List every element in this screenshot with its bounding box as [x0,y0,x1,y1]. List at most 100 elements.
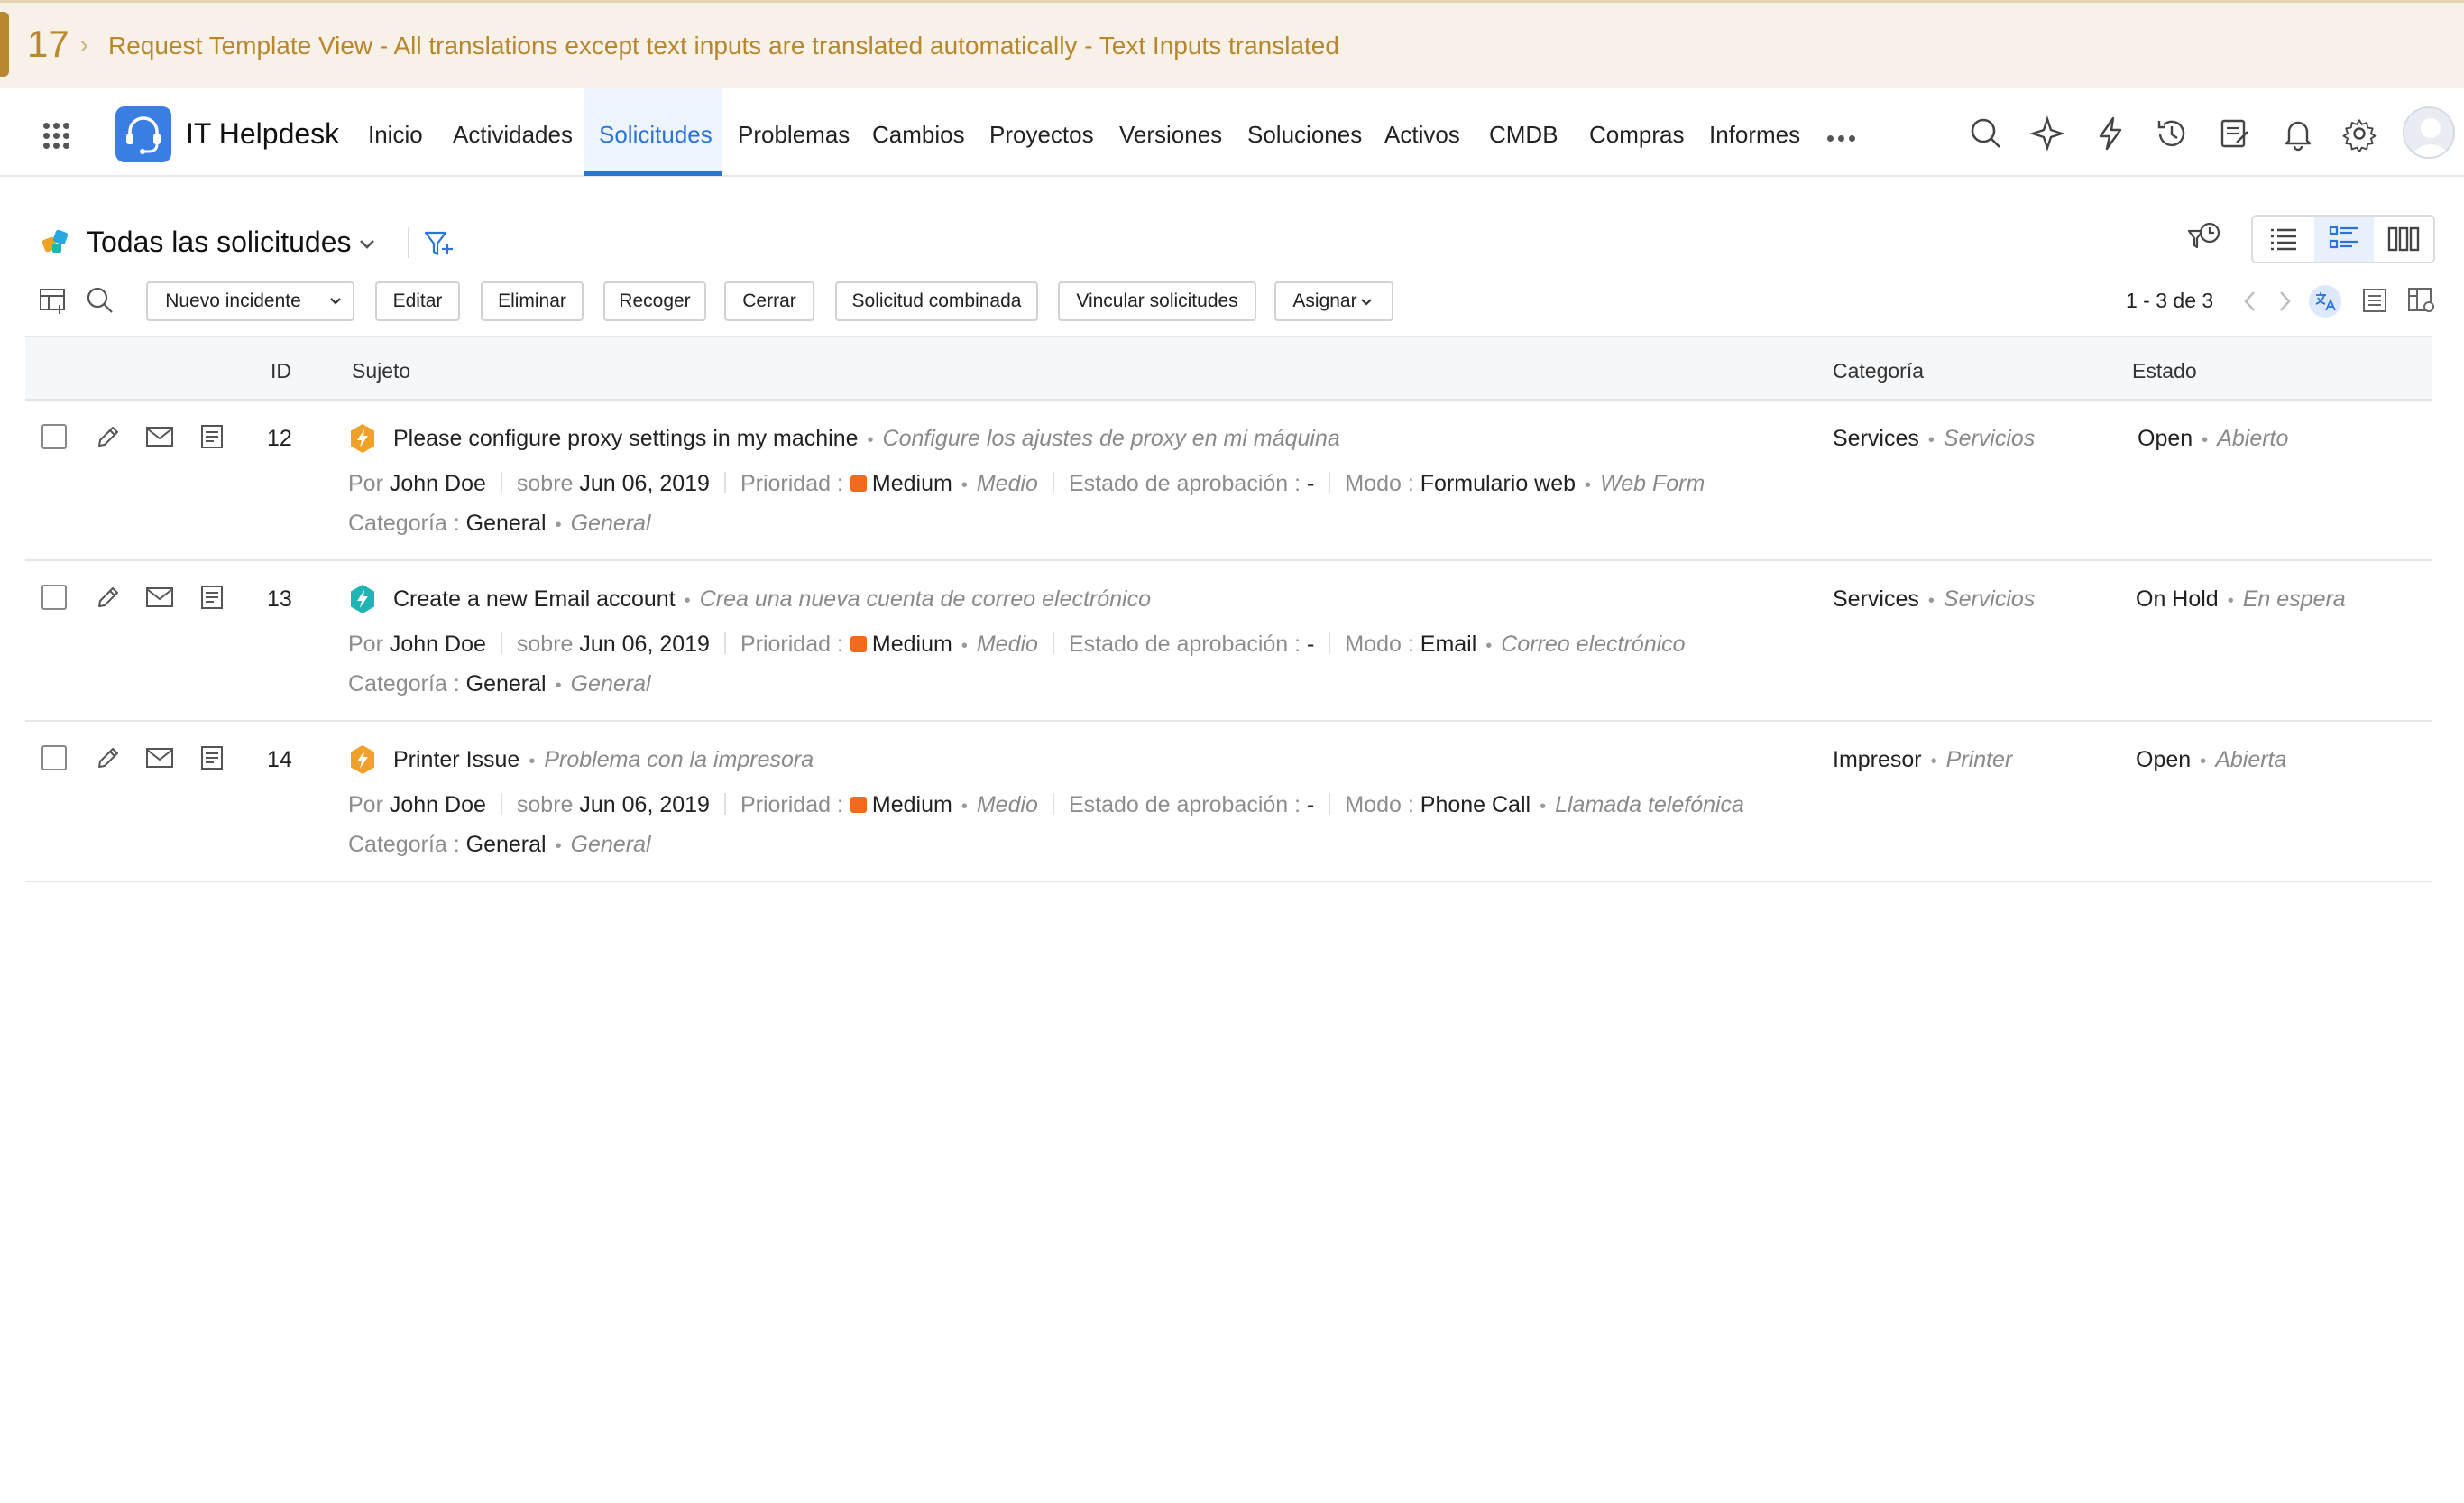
search-icon[interactable] [1968,115,2004,152]
delete-button[interactable]: Eliminar [481,281,584,321]
tab-versiones[interactable]: Versiones [1119,121,1222,149]
by-label: Por [348,471,383,496]
tab-proyectos[interactable]: Proyectos [989,121,1094,149]
mail-icon[interactable] [144,422,175,451]
tab-problemas[interactable]: Problemas [738,121,850,149]
request-subject-line[interactable]: Printer Issue • Problema con la impresora [393,747,814,773]
tab-compras[interactable]: Compras [1589,121,1684,149]
new-incident-button[interactable]: Nuevo incidente [146,281,320,321]
separator-dot: • [1930,752,1937,771]
on-label: sobre [516,632,574,657]
request-subject[interactable]: Printer Issue [393,747,519,772]
mode-value: Phone Call [1420,792,1531,817]
request-id[interactable]: 14 [267,747,292,773]
notes-icon[interactable] [197,743,227,772]
request-id[interactable]: 13 [267,586,292,613]
priority-translation: Medio [976,471,1038,496]
approval-value: - [1307,471,1315,496]
lightning-icon[interactable] [2092,115,2128,152]
tab-inicio[interactable]: Inicio [368,121,423,149]
request-subject[interactable]: Please configure proxy settings in my ma… [393,426,859,451]
requester-name[interactable]: John Doe [390,632,486,657]
bell-icon[interactable] [2280,115,2316,152]
notes-icon[interactable] [197,583,227,612]
gear-icon[interactable] [2341,115,2377,153]
user-avatar[interactable] [2403,106,2455,159]
notes-icon[interactable] [2359,285,2390,316]
notes-icon[interactable] [2217,115,2253,152]
category-cell: Services • Servicios [1833,426,2035,452]
search-icon[interactable] [85,285,115,316]
add-filter-icon[interactable] [424,229,455,258]
assign-label: Asignar [1292,290,1357,311]
mail-icon[interactable] [144,583,175,612]
priority-label: Prioridad : [740,471,843,496]
edit-pencil-icon[interactable] [92,422,123,451]
pickup-button[interactable]: Recoger [603,281,706,321]
new-incident-dropdown[interactable] [318,281,354,321]
tab-solicitudes[interactable]: Solicitudes [599,121,713,149]
on-label: sobre [516,792,574,817]
row-checkbox[interactable] [41,585,67,610]
tab-informes[interactable]: Informes [1709,121,1800,149]
divider [723,632,726,654]
separator-dot: • [961,797,968,816]
category-line-value: General [465,832,547,857]
column-header-category[interactable]: Categoría [1833,359,1924,383]
previous-page-icon[interactable] [2239,287,2262,316]
column-view-icon[interactable] [2374,217,2433,262]
assign-button[interactable]: Asignar [1274,281,1393,321]
on-label: sobre [516,471,574,496]
edit-button[interactable]: Editar [375,281,460,321]
app-grid-icon[interactable] [43,123,70,150]
divider [500,472,502,493]
separator-dot: • [867,430,874,450]
chevron-down-icon[interactable] [355,233,379,256]
requester-name[interactable]: John Doe [390,471,486,496]
request-subject[interactable]: Create a new Email account [393,586,676,612]
request-id[interactable]: 12 [267,426,292,452]
request-subject-line[interactable]: Create a new Email account • Crea una nuev… [393,586,1151,613]
request-subject-line[interactable]: Please configure proxy settings in my ma… [393,426,1340,452]
next-page-icon[interactable] [2273,287,2296,316]
history-icon[interactable] [2154,115,2190,152]
template-view-icon[interactable] [2314,217,2374,262]
tab-actividades[interactable]: Actividades [453,121,573,149]
timer-filter-icon[interactable] [2186,220,2222,256]
column-header-id[interactable]: ID [271,359,291,383]
mode-value: Formulario web [1420,471,1577,496]
translate-icon[interactable] [2309,285,2341,318]
link-requests-button[interactable]: Vincular solicitudes [1058,281,1256,321]
layout-settings-icon[interactable] [2406,285,2437,316]
separator-dot: • [1485,636,1493,656]
status-cell: Open • Abierta [2136,747,2286,773]
row-checkbox[interactable] [41,424,67,449]
edit-pencil-icon[interactable] [92,583,123,612]
more-icon[interactable] [1827,130,1860,146]
edit-pencil-icon[interactable] [92,743,123,772]
mode-value: Email [1420,632,1477,657]
column-chooser-icon[interactable] [38,285,69,316]
ai-sparkle-icon[interactable] [2029,115,2065,152]
divider [1052,793,1054,815]
priority-label: Prioridad : [740,792,843,817]
column-header-status[interactable]: Estado [2132,359,2197,383]
tab-cambios[interactable]: Cambios [872,121,965,149]
view-title[interactable]: Todas las solicitudes [87,226,351,259]
table-row[interactable]: 14 Printer Issue • Problema con la impreso… [25,722,2432,882]
mail-icon[interactable] [144,743,175,772]
close-button[interactable]: Cerrar [724,281,814,321]
column-header-subject[interactable]: Sujeto [352,359,410,383]
tab-soluciones[interactable]: Soluciones [1247,121,1362,149]
merge-request-button[interactable]: Solicitud combinada [835,281,1038,321]
row-checkbox[interactable] [41,745,67,770]
tab-activos[interactable]: Activos [1384,121,1460,149]
notes-icon[interactable] [197,422,227,451]
list-view-icon[interactable] [2253,217,2312,262]
request-date: Jun 06, 2019 [579,632,710,657]
helpdesk-logo-icon [115,106,171,162]
requester-name[interactable]: John Doe [390,792,486,817]
table-row[interactable]: 13 Create a new Email account • Crea una n… [25,561,2432,722]
table-row[interactable]: 12 Please configure proxy settings in my… [25,401,2432,561]
tab-cmdb[interactable]: CMDB [1489,121,1558,149]
